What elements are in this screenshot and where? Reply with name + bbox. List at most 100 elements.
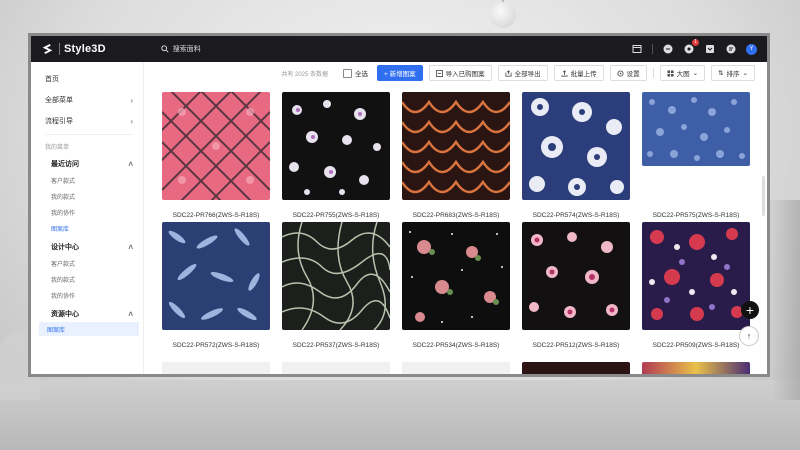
logo[interactable]: Style3D <box>41 43 106 56</box>
export-icon <box>505 69 512 77</box>
scrollbar[interactable] <box>762 176 765 216</box>
sidebar-item-label: 流程引导 <box>45 118 73 125</box>
sidebar-item-label: 我的协作 <box>51 211 76 217</box>
sidebar-group-resource[interactable]: 资源中心 ˄ <box>51 309 133 319</box>
pattern-name: SDC22-PR755(ZWS-S-R18S) <box>292 212 380 219</box>
pattern-name: SDC22-PR537(ZWS-S-R18S) <box>292 342 380 349</box>
my-menu-label: 我的菜单 <box>45 145 70 151</box>
button-label: 全部导出 <box>514 71 541 78</box>
pattern-name: SDC22-PR575(ZWS-S-R18S) <box>652 212 740 219</box>
mannequin <box>770 200 800 400</box>
add-button[interactable]: + <box>741 301 759 319</box>
notification-icon[interactable]: 1 <box>683 39 699 55</box>
pattern-thumbnail[interactable] <box>402 92 510 200</box>
button-label: 设置 <box>626 71 640 78</box>
pattern-thumbnail[interactable] <box>162 92 270 200</box>
sidebar-item-home[interactable]: 首页 <box>45 74 133 84</box>
settings-button[interactable]: 设置 <box>609 65 647 81</box>
back-to-top-button[interactable]: ↑ <box>739 326 759 346</box>
chevron-down-icon: ⌄ <box>742 70 748 77</box>
window-icon[interactable] <box>631 43 643 55</box>
sidebar-item-label: 图案库 <box>51 227 70 233</box>
sidebar-item-label: 我的款式 <box>51 195 76 201</box>
sidebar-item-my-collab[interactable]: 我的协作 <box>51 291 133 300</box>
export-all-button[interactable]: 全部导出 <box>497 65 548 81</box>
search-icon <box>161 45 169 53</box>
record-count: 共有 2025 条数据 <box>281 71 329 78</box>
sidebar-item-process-guide[interactable]: 流程引导 › <box>45 116 133 126</box>
upload-icon <box>561 69 568 77</box>
pattern-thumbnail[interactable] <box>402 222 510 330</box>
sidebar-group-design[interactable]: 设计中心 ˄ <box>51 242 133 252</box>
logo-divider <box>59 43 60 55</box>
group-label: 设计中心 <box>51 244 79 251</box>
select-all-checkbox[interactable]: 全选 <box>340 66 372 80</box>
button-label: 排序 <box>726 71 740 78</box>
pattern-name: SDC22-PR509(ZWS-S-R18S) <box>652 342 740 349</box>
chevron-up-icon: ˄ <box>128 242 133 252</box>
user-avatar[interactable]: Y <box>746 43 757 55</box>
sidebar-item-all-menu[interactable]: 全部菜单 › <box>45 95 133 105</box>
sidebar-item-label: 客户款式 <box>51 179 76 185</box>
toolbar: 共有 2025 条数据 全选 + 新增图案 导入已购图案 全部导出 批量上传 设… <box>143 62 767 84</box>
header-actions: 1 Y <box>631 36 757 62</box>
pattern-thumbnail-partial[interactable] <box>522 362 630 374</box>
pattern-name: SDC22-PR683(ZWS-S-R18S) <box>412 212 500 219</box>
app-window: Style3D 搜索面料 1 Y 首页 全部菜单 › 流程引导 › 我的菜单 最… <box>28 33 770 377</box>
sidebar-item-pattern-library-recent[interactable]: 图案库 <box>51 224 133 233</box>
chevron-right-icon: › <box>130 95 133 105</box>
sort-dropdown[interactable]: ⇅ 排序 ⌄ <box>711 65 755 81</box>
divider <box>45 134 133 135</box>
sidebar-item-label: 我的协作 <box>51 294 76 300</box>
header-divider <box>652 44 653 54</box>
select-all-label: 全选 <box>355 71 369 78</box>
button-label: 批量上传 <box>570 71 597 78</box>
sidebar-item-my-styles[interactable]: 我的款式 <box>51 192 133 201</box>
button-label: 导入已购图案 <box>445 71 485 78</box>
pattern-thumbnail[interactable] <box>282 222 390 330</box>
pattern-thumbnail[interactable] <box>642 92 750 166</box>
pattern-thumbnail-placeholder <box>282 362 390 374</box>
chevron-up-icon: ˄ <box>128 309 133 319</box>
chevron-up-icon: ˄ <box>128 159 133 169</box>
pattern-thumbnail-placeholder <box>402 362 510 374</box>
sidebar-item-my-styles[interactable]: 我的款式 <box>51 275 133 284</box>
batch-upload-button[interactable]: 批量上传 <box>553 65 604 81</box>
floor <box>0 380 800 450</box>
button-label: 大图 <box>676 71 690 78</box>
my-menu-heading: 我的菜单 <box>45 142 133 151</box>
sidebar-item-pattern-library[interactable]: 图案库 <box>39 322 139 336</box>
pattern-thumbnail-partial[interactable] <box>642 362 750 374</box>
new-pattern-button[interactable]: + 新增图案 <box>377 65 423 81</box>
search-box[interactable]: 搜索面料 <box>161 44 201 54</box>
archive-icon[interactable] <box>704 43 716 55</box>
grid-view-icon <box>667 69 674 77</box>
sidebar-item-client-styles[interactable]: 客户款式 <box>51 259 133 268</box>
sidebar-group-recent[interactable]: 最近访问 ˄ <box>51 159 133 169</box>
pattern-thumbnail[interactable] <box>642 222 750 330</box>
pattern-thumbnail[interactable] <box>522 222 630 330</box>
pattern-name: SDC22-PR572(ZWS-S-R18S) <box>172 342 260 349</box>
minus-circle-icon[interactable] <box>662 43 674 55</box>
pendant-lamp <box>490 2 516 28</box>
pattern-thumbnail-placeholder <box>162 362 270 374</box>
sidebar-item-my-collab[interactable]: 我的协作 <box>51 208 133 217</box>
pattern-thumbnail[interactable] <box>522 92 630 200</box>
view-size-dropdown[interactable]: 大图 ⌄ <box>659 65 706 81</box>
chat-icon[interactable] <box>725 43 737 55</box>
pattern-name: SDC22-PR534(ZWS-S-R18S) <box>412 342 500 349</box>
pattern-thumbnail[interactable] <box>282 92 390 200</box>
sidebar-item-client-styles[interactable]: 客户款式 <box>51 176 133 185</box>
sidebar-item-label: 客户款式 <box>51 262 76 268</box>
arrow-up-icon: ↑ <box>746 331 752 341</box>
top-bar: Style3D 搜索面料 1 Y <box>31 36 767 62</box>
sidebar-item-label: 首页 <box>45 76 59 83</box>
sidebar-item-label: 全部菜单 <box>45 97 73 104</box>
logo-icon <box>42 43 53 54</box>
chevron-right-icon: › <box>130 116 133 126</box>
chevron-down-icon: ⌄ <box>692 70 699 77</box>
pattern-name: SDC22-PR766(ZWS-S-R18S) <box>172 212 260 219</box>
import-bought-button[interactable]: 导入已购图案 <box>428 65 492 81</box>
sidebar-item-label: 我的款式 <box>51 278 76 284</box>
pattern-thumbnail[interactable] <box>162 222 270 330</box>
